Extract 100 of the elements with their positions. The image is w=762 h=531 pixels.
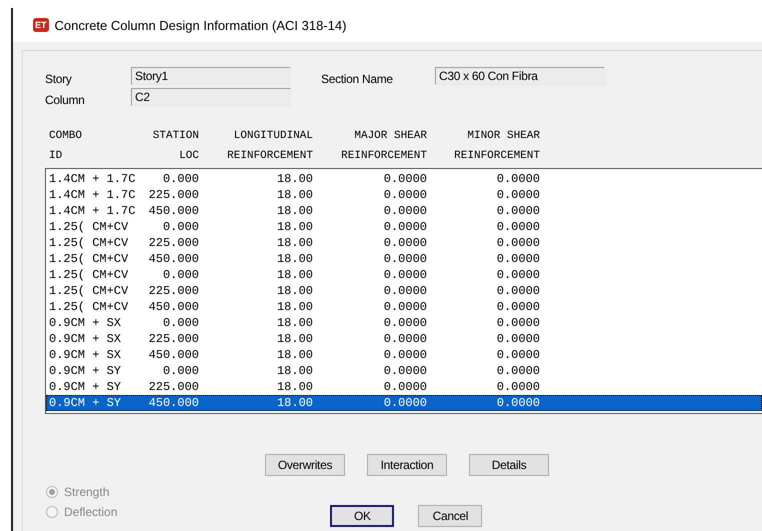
- table-cell-text: 0.0000: [382, 204, 427, 218]
- text-field[interactable]: C2: [131, 88, 291, 106]
- table-cell-text: 18.00: [276, 380, 313, 394]
- table-cell-text: 0.0000: [496, 204, 540, 218]
- table-row[interactable]: 1.4CM + 1.7C 450.000 18.00 0.0000 0.0000: [46, 203, 762, 219]
- table-cell-text: 0.0000: [382, 188, 427, 202]
- table-cell-text: 225.000: [148, 188, 199, 202]
- column-header: COMBO: [49, 129, 84, 144]
- table-cell-text: 18.00: [276, 172, 313, 186]
- table-row[interactable]: 0.9CM + SY 225.000 18.00 0.0000 0.0000: [46, 379, 762, 395]
- table-cell-text: 0.9CM + SY: [49, 364, 122, 378]
- table-cell-text: 0.0000: [496, 364, 540, 378]
- dialog-button[interactable]: OK: [330, 505, 394, 527]
- text-field[interactable]: C30 x 60 Con Fibra: [435, 67, 605, 85]
- table-row[interactable]: 0.9CM + SX 225.000 18.00 0.0000 0.0000: [46, 331, 762, 347]
- column-header: LOC: [178, 149, 199, 164]
- table-cell-text: 1.4CM + 1.7C: [49, 204, 136, 218]
- table-cell-text: 0.0000: [496, 188, 540, 202]
- table-cell-text: 18.00: [276, 220, 313, 234]
- field-label: Column: [45, 92, 86, 107]
- table-cell-text: 0.9CM + SX: [49, 332, 122, 346]
- table-cell-text: 0.0000: [382, 348, 427, 362]
- table-cell-text: 0.0000: [382, 236, 427, 250]
- table-row[interactable]: 1.25( CM+CV 225.000 18.00 0.0000 0.0000: [46, 235, 762, 251]
- table-cell-text: 18.00: [276, 300, 313, 314]
- table-cell-text: 1.25( CM+CV: [49, 236, 130, 250]
- table-row[interactable]: 0.9CM + SY 450.000 18.00 0.0000 0.0000: [46, 395, 762, 411]
- table-cell-text: 0.0000: [496, 316, 540, 330]
- text-field[interactable]: Story1: [131, 67, 291, 85]
- table-row[interactable]: 1.4CM + 1.7C 225.000 18.00 0.0000 0.0000: [46, 187, 762, 203]
- table-cell-text: 0.0000: [496, 268, 540, 282]
- table-cell-text: 0.0000: [496, 300, 540, 314]
- table-cell-text: 0.0000: [382, 268, 427, 282]
- column-header: REINFORCEMENT: [340, 149, 427, 164]
- dialog-button[interactable]: Cancel: [418, 505, 482, 527]
- table-cell-text: 0.0000: [496, 236, 540, 250]
- table-cell-text: 0.000: [162, 220, 199, 234]
- table-cell-text: 18.00: [276, 268, 313, 282]
- table-row[interactable]: 1.25( CM+CV 450.000 18.00 0.0000 0.0000: [46, 251, 762, 267]
- action-button[interactable]: Overwrites: [265, 454, 345, 476]
- table-cell-text: 450.000: [148, 396, 199, 410]
- table-cell-text: 0.9CM + SX: [49, 316, 122, 330]
- table-cell-text: 18.00: [276, 364, 313, 378]
- action-button[interactable]: Interaction: [367, 454, 447, 476]
- table-row[interactable]: 1.4CM + 1.7C 0.000 18.00 0.0000 0.0000: [46, 171, 762, 187]
- table-cell-text: 0.000: [162, 172, 199, 186]
- table-cell-text: 450.000: [148, 252, 199, 266]
- table-cell-text: 0.0000: [382, 284, 427, 298]
- table-cell-text: 0.0000: [382, 316, 427, 330]
- table-cell-text: 0.000: [162, 316, 199, 330]
- action-button[interactable]: Details: [469, 454, 549, 476]
- table-cell-text: 0.000: [162, 268, 199, 282]
- table-cell-text: 1.25( CM+CV: [49, 252, 130, 266]
- table-cell-text: 0.0000: [496, 172, 540, 186]
- table-cell-text: 0.0000: [382, 220, 427, 234]
- table-cell-text: 450.000: [148, 204, 199, 218]
- column-header: ID: [49, 149, 64, 164]
- radio-label: Deflection: [64, 505, 118, 519]
- table-cell-text: 1.25( CM+CV: [49, 300, 130, 314]
- field-label: Section Name: [321, 71, 394, 86]
- table-row[interactable]: 0.9CM + SX 450.000 18.00 0.0000 0.0000: [46, 347, 762, 363]
- table-cell-text: 0.0000: [496, 332, 540, 346]
- table-cell-text: 1.4CM + 1.7C: [49, 172, 136, 186]
- table-cell-text: 225.000: [148, 380, 199, 394]
- table-row[interactable]: 1.25( CM+CV 0.000 18.00 0.0000 0.0000: [46, 219, 762, 235]
- field-label: Story: [45, 71, 73, 86]
- app-icon: ET: [33, 18, 49, 32]
- table-cell-text: 0.0000: [496, 396, 540, 410]
- table-row[interactable]: 1.25( CM+CV 0.000 18.00 0.0000 0.0000: [46, 267, 762, 283]
- table-cell-text: 1.25( CM+CV: [49, 284, 130, 298]
- table-row[interactable]: 0.9CM + SY 0.000 18.00 0.0000 0.0000: [46, 363, 762, 379]
- table-cell-text: 0.0000: [382, 252, 427, 266]
- table-cell-text: 0.0000: [382, 380, 427, 394]
- table-row[interactable]: 1.25( CM+CV 450.000 18.00 0.0000 0.0000: [46, 299, 762, 315]
- table-cell-text: 18.00: [276, 316, 313, 330]
- table-cell-text: 0.0000: [382, 300, 427, 314]
- window-title: Concrete Column Design Information (ACI 318-14): [54, 18, 346, 32]
- table-cell-text: 0.9CM + SY: [49, 396, 122, 410]
- table-cell-text: 18.00: [276, 252, 313, 266]
- table-cell-text: 225.000: [148, 284, 199, 298]
- column-header: REINFORCEMENT: [453, 149, 540, 164]
- table-cell-text: 1.25( CM+CV: [49, 220, 130, 234]
- table-cell-text: 18.00: [276, 332, 313, 346]
- column-header: REINFORCEMENT: [226, 149, 313, 164]
- table-cell-text: 0.0000: [496, 252, 540, 266]
- table-row[interactable]: 0.9CM + SX 0.000 18.00 0.0000 0.0000: [46, 315, 762, 331]
- column-header: MAJOR SHEAR: [353, 129, 427, 144]
- table-cell-text: 1.25( CM+CV: [49, 268, 130, 282]
- table-cell-text: 18.00: [276, 348, 313, 362]
- table-row[interactable]: 1.25( CM+CV 225.000 18.00 0.0000 0.0000: [46, 283, 762, 299]
- table-cell-text: 0.0000: [496, 284, 540, 298]
- table-cell-text: 1.4CM + 1.7C: [49, 188, 136, 202]
- table-cell-text: 450.000: [148, 300, 199, 314]
- table-cell-text: 0.0000: [496, 220, 540, 234]
- column-header: STATION: [152, 129, 199, 144]
- table-cell-text: 0.0000: [382, 396, 427, 410]
- table-cell-text: 225.000: [148, 332, 199, 346]
- table-cell-text: 450.000: [148, 348, 199, 362]
- table-cell-text: 18.00: [276, 188, 313, 202]
- table-cell-text: 0.0000: [382, 364, 427, 378]
